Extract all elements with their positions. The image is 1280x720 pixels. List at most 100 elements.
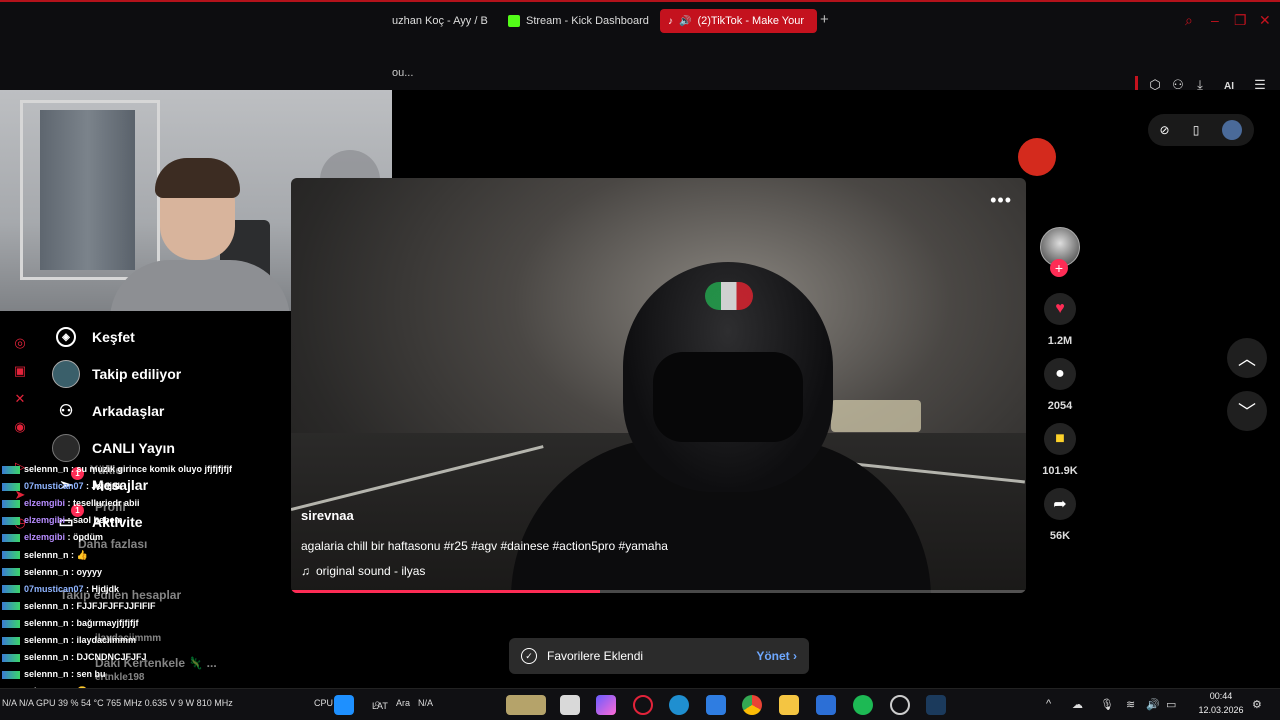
bus — [831, 400, 921, 432]
sidebar-item-following[interactable]: Takip ediliyor — [52, 359, 282, 389]
chat-text: sen bu — [76, 669, 106, 680]
search-icon[interactable]: ⌕ — [1185, 12, 1193, 29]
copilot-icon[interactable] — [596, 695, 616, 715]
video-progress-bar[interactable] — [291, 590, 1026, 593]
hw-stats: N/A N/A GPU 39 % 54 °C 765 MHz 0.635 V 9… — [2, 698, 233, 708]
mail-icon[interactable] — [816, 695, 836, 715]
chat-username[interactable]: elzemgibi — [24, 515, 65, 525]
sidebar-item-friends[interactable]: ⚇ Arkadaşlar — [52, 396, 282, 426]
heart-icon: ♥ — [1055, 300, 1065, 317]
chevron-up-icon: ︿ — [1238, 349, 1256, 369]
chat-text: FJJFJFJFFJJFIFIF — [76, 600, 156, 611]
tab-tiktok[interactable]: ♪ 🔊 (2)TikTok - Make Your — [660, 9, 817, 33]
x-icon[interactable]: ✕ — [12, 391, 28, 407]
chevron-up-icon[interactable]: ^ — [1046, 698, 1051, 710]
chrome-icon[interactable] — [742, 695, 762, 715]
sidebar-item-live[interactable]: CANLI Yayın — [52, 433, 282, 463]
video-author[interactable]: sirevnaa — [301, 508, 354, 523]
chat-badge-icon — [2, 465, 20, 474]
opera-gx-icon[interactable] — [633, 695, 653, 715]
chat-username[interactable]: selennn_n — [24, 464, 69, 474]
microphone-icon[interactable]: 🎙 — [1100, 698, 1114, 711]
follow-button[interactable]: + — [1050, 259, 1068, 277]
chat-username[interactable]: selennn_n — [24, 550, 69, 560]
chat-username[interactable]: 07mustican07 — [24, 481, 84, 491]
comment-button[interactable]: ● — [1044, 358, 1076, 390]
chat-badge-icon — [2, 534, 20, 543]
chat-message: selennn_n : FJJFJFJFFJJFIFIF — [2, 600, 156, 612]
wifi-icon[interactable]: ≋ — [1126, 698, 1135, 711]
chat-username[interactable]: selennn_n — [24, 601, 69, 611]
share-count: 56K — [1049, 530, 1071, 542]
chatgpt-icon[interactable] — [890, 695, 910, 715]
windows-start-icon[interactable] — [334, 695, 354, 715]
task-view-icon[interactable] — [560, 695, 580, 715]
chat-message: elzemgibi : saol bebem — [2, 514, 123, 526]
video-player[interactable]: ••• sirevnaa agalaria chill bir haftason… — [291, 178, 1026, 593]
sidebar-item-label: Keşfet — [92, 329, 135, 345]
tab-youtube[interactable]: uzhan Koç - Ayy / B — [384, 9, 496, 33]
like-button[interactable]: ♥ — [1044, 293, 1076, 325]
search-placeholder[interactable]: Ara — [396, 698, 410, 708]
chat-separator: : — [68, 652, 77, 663]
news-widget-icon[interactable] — [506, 695, 546, 715]
whatsapp-icon[interactable]: ◎ — [12, 335, 28, 351]
minimize-button[interactable]: – — [1211, 12, 1219, 28]
discord-icon[interactable]: ◉ — [12, 419, 28, 435]
chat-username[interactable]: elzemgibi — [24, 498, 65, 508]
instagram-icon[interactable]: ▣ — [12, 363, 28, 379]
volume-icon[interactable]: 🔊 — [1146, 698, 1160, 711]
video-sound[interactable]: ♫ original sound - ilyas — [301, 564, 425, 578]
chat-badge-icon — [2, 568, 20, 577]
save-count: 101.9K — [1042, 465, 1078, 477]
tray-app-icon[interactable]: ☁ — [1072, 698, 1083, 711]
browser-toolbar: ⬡ ⚇ ⤓ AI ☰ — [0, 38, 1280, 94]
chat-username[interactable]: selennn_n — [24, 567, 69, 577]
chat-username[interactable]: selennn_n — [24, 635, 69, 645]
chat-text: 👍 — [76, 549, 88, 560]
toast-manage-link[interactable]: Yönet › — [756, 649, 797, 663]
chat-message: selennn_n : su muzik girince komik oluyo… — [2, 463, 232, 475]
spotify-icon[interactable] — [853, 695, 873, 715]
more-options-icon[interactable]: ••• — [990, 190, 1012, 211]
share-icon: ➦ — [1053, 496, 1067, 513]
chat-username[interactable]: elzemgibi — [24, 532, 65, 542]
file-explorer-icon[interactable] — [779, 695, 799, 715]
steam-icon[interactable] — [926, 695, 946, 715]
person-hair — [155, 158, 240, 198]
system-clock[interactable]: 00:44 12.03.2026 — [1196, 689, 1246, 717]
chat-text: bağırmayjfjfjfjf — [76, 617, 139, 628]
edge-icon[interactable] — [669, 695, 689, 715]
explore-icon[interactable]: ⊘ — [1160, 123, 1170, 137]
battery-icon[interactable]: ▭ — [1166, 698, 1176, 711]
user-avatar[interactable] — [1222, 120, 1243, 140]
store-icon[interactable] — [706, 695, 726, 715]
chat-text: ilaydaciimmm — [76, 635, 137, 645]
chat-username[interactable]: selennn_n — [24, 669, 69, 679]
check-icon: ✓ — [521, 648, 537, 664]
save-button[interactable]: ■ — [1044, 423, 1076, 455]
chat-message: selennn_n : bağırmayjfjfjfjf — [2, 617, 139, 629]
phone-icon[interactable]: ▯ — [1193, 123, 1200, 137]
previous-video-button[interactable]: ︿ — [1227, 338, 1267, 378]
new-tab-button[interactable]: + — [820, 11, 829, 28]
tab-kick-dashboard[interactable]: Stream - Kick Dashboard — [500, 9, 657, 33]
share-button[interactable]: ➦ — [1044, 488, 1076, 520]
curtain — [40, 110, 135, 270]
sidebar-item-explore[interactable]: ◈ Keşfet — [52, 322, 282, 352]
chat-username[interactable]: 07mustican07 — [24, 584, 84, 594]
next-video-button[interactable]: ﹀ — [1227, 391, 1267, 431]
restore-button[interactable]: ❐ — [1234, 12, 1247, 29]
chat-separator: : — [65, 498, 74, 509]
chat-badge-icon — [2, 551, 20, 560]
chat-username[interactable]: selennn_n — [24, 618, 69, 628]
chat-message: 07mustican07 : Hjdjdk — [2, 583, 119, 595]
chat-text: teselluriedr abii — [73, 498, 140, 509]
lat-label: LAT — [372, 701, 388, 711]
chat-username[interactable]: selennn_n — [24, 652, 69, 662]
video-caption: agalaria chill bir haftasonu #r25 #agv #… — [301, 539, 668, 553]
chat-separator: : — [65, 515, 74, 526]
close-button[interactable]: ✕ — [1259, 12, 1271, 29]
address-text[interactable]: ou... — [392, 67, 413, 79]
settings-icon[interactable]: ⚙ — [1252, 698, 1262, 711]
